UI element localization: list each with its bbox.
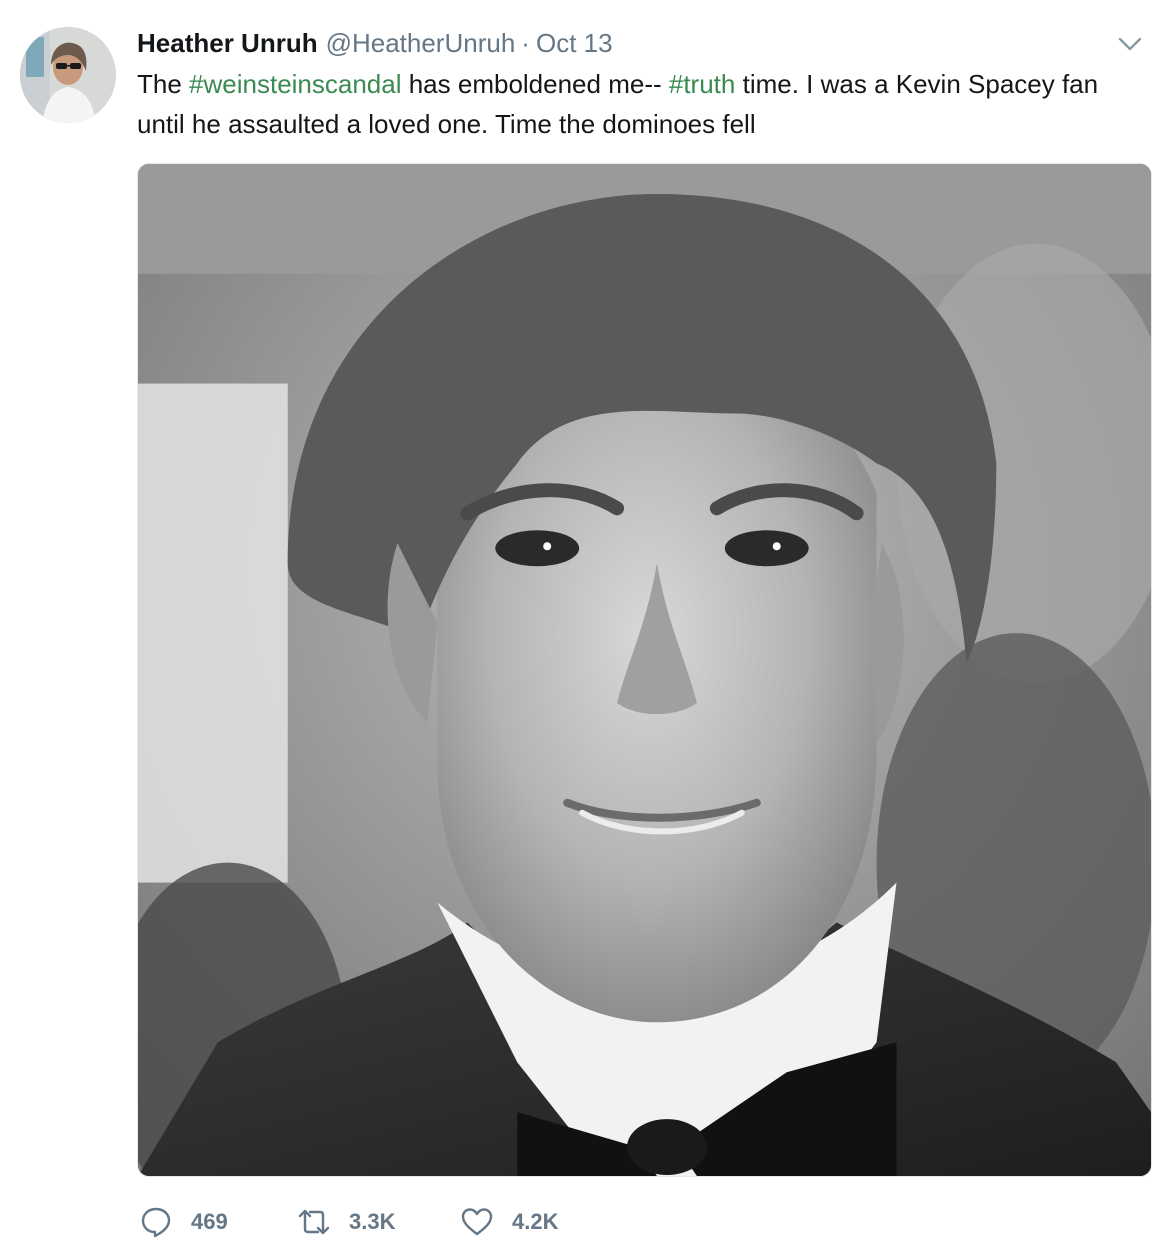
- reply-count: 469: [191, 1209, 228, 1234]
- like-count: 4.2K: [512, 1209, 559, 1234]
- reply-icon: [141, 1207, 171, 1238]
- author-name[interactable]: Heather Unruh: [137, 28, 318, 58]
- avatar-image: [20, 27, 116, 123]
- chevron-down-icon[interactable]: [1116, 30, 1144, 58]
- tweet: Heather Unruh @HeatherUnruh · Oct 13 The #w…: [0, 0, 1172, 1255]
- author-handle[interactable]: @HeatherUnruh: [326, 28, 516, 58]
- retweet-button[interactable]: 3.3K: [297, 1200, 395, 1244]
- avatar[interactable]: [20, 27, 116, 123]
- header-separator: ·: [521, 28, 530, 58]
- hashtag-link[interactable]: #weinsteinscandal: [189, 69, 401, 99]
- tweet-text: The #weinsteinscandal has emboldened me-…: [137, 64, 1152, 144]
- tweet-header: Heather Unruh @HeatherUnruh · Oct 13: [137, 26, 613, 60]
- like-button[interactable]: 4.2K: [460, 1200, 558, 1244]
- tweet-date[interactable]: Oct 13: [536, 28, 613, 58]
- retweet-icon: [298, 1209, 330, 1235]
- tweet-text-part: has emboldened me--: [401, 69, 669, 99]
- reply-button[interactable]: 469: [139, 1200, 228, 1244]
- heart-icon: [461, 1208, 493, 1236]
- retweet-count: 3.3K: [349, 1209, 396, 1234]
- tweet-text-part: The: [137, 69, 190, 99]
- portrait-photo: [138, 164, 1151, 1176]
- hashtag-link[interactable]: #truth: [669, 69, 736, 99]
- tweet-photo[interactable]: [137, 163, 1152, 1177]
